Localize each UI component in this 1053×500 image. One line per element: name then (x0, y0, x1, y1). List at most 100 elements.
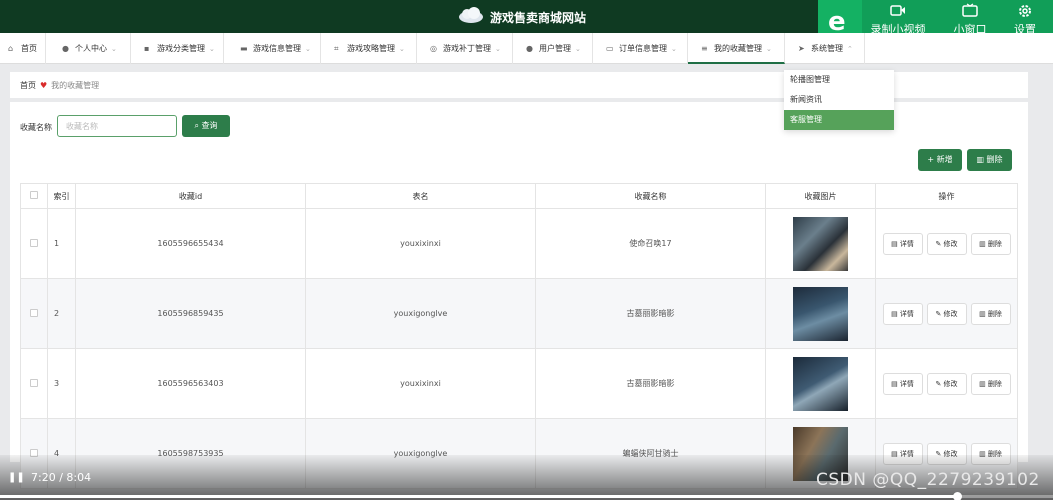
chevron-down-icon: ⌄ (399, 45, 405, 53)
row-checkbox[interactable] (30, 378, 38, 387)
row-index: 2 (47, 278, 76, 349)
trash-icon: ▥ (979, 309, 988, 318)
pencil-icon: ✎ (935, 239, 944, 248)
menu-item-customer-service[interactable]: 客服管理 (784, 110, 894, 130)
info-icon: ▬ (240, 44, 248, 53)
edit-button[interactable]: ✎ 修改 (926, 372, 967, 395)
main-panel: 收藏名称 ⌕ 查询 + 新增 ▥ 删除 索引 收藏id 表名 收藏名称 收藏图片… (10, 102, 1028, 489)
favorites-table: 索引 收藏id 表名 收藏名称 收藏图片 操作 1 1605596655434 … (20, 183, 1018, 489)
chevron-down-icon: ⌄ (495, 45, 501, 53)
users-icon: ● (526, 44, 533, 53)
settings-button[interactable]: 设置 (1008, 3, 1042, 37)
row-index: 1 (47, 208, 76, 279)
nav-item-game-info[interactable]: ▬ 游戏信息管理 ⌄ (224, 33, 321, 64)
menu-item-carousel[interactable]: 轮播图管理 (784, 70, 894, 90)
favorites-icon: ≡ (701, 44, 708, 53)
chevron-down-icon: ⌄ (209, 45, 215, 53)
chevron-up-icon: ⌃ (847, 45, 853, 53)
system-icon: ➤ (798, 44, 805, 53)
nav-item-home[interactable]: ⌂ 首页 (0, 33, 46, 64)
favorite-image (793, 356, 848, 411)
detail-button[interactable]: ▤ 详情 (882, 372, 923, 395)
breadcrumb: 首页 ♥ 我的收藏管理 (20, 80, 99, 91)
detail-button[interactable]: ▤ 详情 (882, 232, 923, 255)
plus-icon: + (927, 155, 937, 164)
nav-item-game-category[interactable]: ▪ 游戏分类管理 ⌄ (131, 33, 224, 64)
site-title: 游戏售卖商城网站 (490, 11, 587, 25)
tv-icon (948, 3, 992, 21)
favorite-image (793, 216, 848, 271)
video-progress-bar[interactable] (0, 492, 1053, 500)
row-name: 使命召唤17 (535, 208, 766, 279)
chevron-down-icon: ⌄ (575, 45, 581, 53)
edit-button[interactable]: ✎ 修改 (926, 232, 967, 255)
batch-delete-button[interactable]: ▥ 删除 (967, 149, 1012, 171)
header-image: 收藏图片 (765, 183, 876, 209)
row-checkbox[interactable] (30, 308, 38, 317)
select-all-checkbox[interactable] (30, 191, 38, 199)
doc-icon: ▤ (891, 239, 900, 248)
add-button[interactable]: + 新增 (918, 149, 962, 171)
system-dropdown-menu: 轮播图管理 新闻资讯 客服管理 (784, 70, 894, 130)
trash-icon: ▥ (976, 155, 987, 164)
record-icon (868, 3, 928, 21)
row-checkbox[interactable] (30, 238, 38, 247)
nav-item-favorites[interactable]: ≡ 我的收藏管理 ⌄ (688, 33, 785, 64)
heart-icon: ♥ (40, 81, 48, 90)
doc-icon: ▤ (891, 309, 900, 318)
doc-icon: ▤ (891, 379, 900, 388)
delete-button[interactable]: ▥ 删除 (970, 372, 1011, 395)
table-row: 3 1605596563403 youxixinxi 古墓丽影暗影 ▤ 详情 ✎ … (20, 348, 1018, 419)
trash-icon: ▥ (979, 239, 988, 248)
detail-button[interactable]: ▤ 详情 (882, 302, 923, 325)
header-table: 表名 (305, 183, 536, 209)
row-name: 古墓丽影暗影 (535, 348, 766, 419)
row-name: 古墓丽影暗影 (535, 278, 766, 349)
pencil-icon: ✎ (935, 379, 944, 388)
row-ops: ▤ 详情 ✎ 修改 ▥ 删除 (875, 348, 1018, 419)
delete-button[interactable]: ▥ 删除 (970, 232, 1011, 255)
row-id: 1605596563403 (75, 348, 306, 419)
row-ops: ▤ 详情 ✎ 修改 ▥ 删除 (875, 278, 1018, 349)
trash-icon: ▥ (979, 379, 988, 388)
row-id: 1605596859435 (75, 278, 306, 349)
nav-item-game-patch[interactable]: ◎ 游戏补丁管理 ⌄ (417, 33, 513, 64)
table-header-row: 索引 收藏id 表名 收藏名称 收藏图片 操作 (20, 183, 1018, 209)
nav-item-users[interactable]: ● 用户管理 ⌄ (513, 33, 593, 64)
order-icon: ▭ (606, 44, 614, 53)
cloud-logo-icon (459, 7, 483, 23)
search-icon: ⌕ (194, 121, 202, 130)
header-name: 收藏名称 (535, 183, 766, 209)
nav-item-game-guide[interactable]: ⌗ 游戏攻略管理 ⌄ (321, 33, 417, 64)
header-index: 索引 (47, 183, 76, 209)
nav-item-personal-center[interactable]: ● 个人中心 ⌄ (46, 33, 131, 64)
edit-button[interactable]: ✎ 修改 (926, 302, 967, 325)
menu-item-news[interactable]: 新闻资讯 (784, 90, 894, 110)
nav-item-system[interactable]: ➤ 系统管理 ⌃ (785, 33, 865, 64)
breadcrumb-home[interactable]: 首页 (20, 81, 36, 90)
breadcrumb-current: 我的收藏管理 (51, 81, 100, 90)
home-icon: ⌂ (8, 44, 14, 53)
pencil-icon: ✎ (935, 309, 944, 318)
search-input[interactable] (57, 115, 177, 137)
main-navigation: ⌂ 首页 ● 个人中心 ⌄ ▪ 游戏分类管理 ⌄ ▬ 游戏信息管理 ⌄ ⌗ 游戏攻略管理 ⌄ ◎ 游… (0, 33, 1053, 64)
record-video-button[interactable]: 录制小视频 (868, 3, 928, 37)
patch-icon: ◎ (430, 44, 437, 53)
row-ops: ▤ 详情 ✎ 修改 ▥ 删除 (875, 208, 1018, 279)
row-index: 3 (47, 348, 76, 419)
delete-button[interactable]: ▥ 删除 (970, 302, 1011, 325)
gear-icon (1008, 3, 1042, 21)
progress-fill (0, 495, 957, 498)
header-ops: 操作 (875, 183, 1018, 209)
guide-icon: ⌗ (334, 44, 339, 53)
nav-item-orders[interactable]: ▭ 订单信息管理 ⌄ (593, 33, 688, 64)
chevron-down-icon: ⌄ (305, 45, 311, 53)
header-id: 收藏id (75, 183, 306, 209)
progress-knob[interactable] (952, 492, 962, 500)
row-id: 1605596655434 (75, 208, 306, 279)
query-button[interactable]: ⌕ 查询 (182, 115, 230, 137)
pause-icon[interactable]: ❚❚ (8, 472, 25, 483)
chevron-down-icon: ⌄ (766, 45, 772, 53)
video-player-controls: ❚❚ 7:20 / 8:04 CSDN @QQ_2279239102 (0, 455, 1053, 500)
mini-window-button[interactable]: 小窗口 (948, 3, 992, 37)
